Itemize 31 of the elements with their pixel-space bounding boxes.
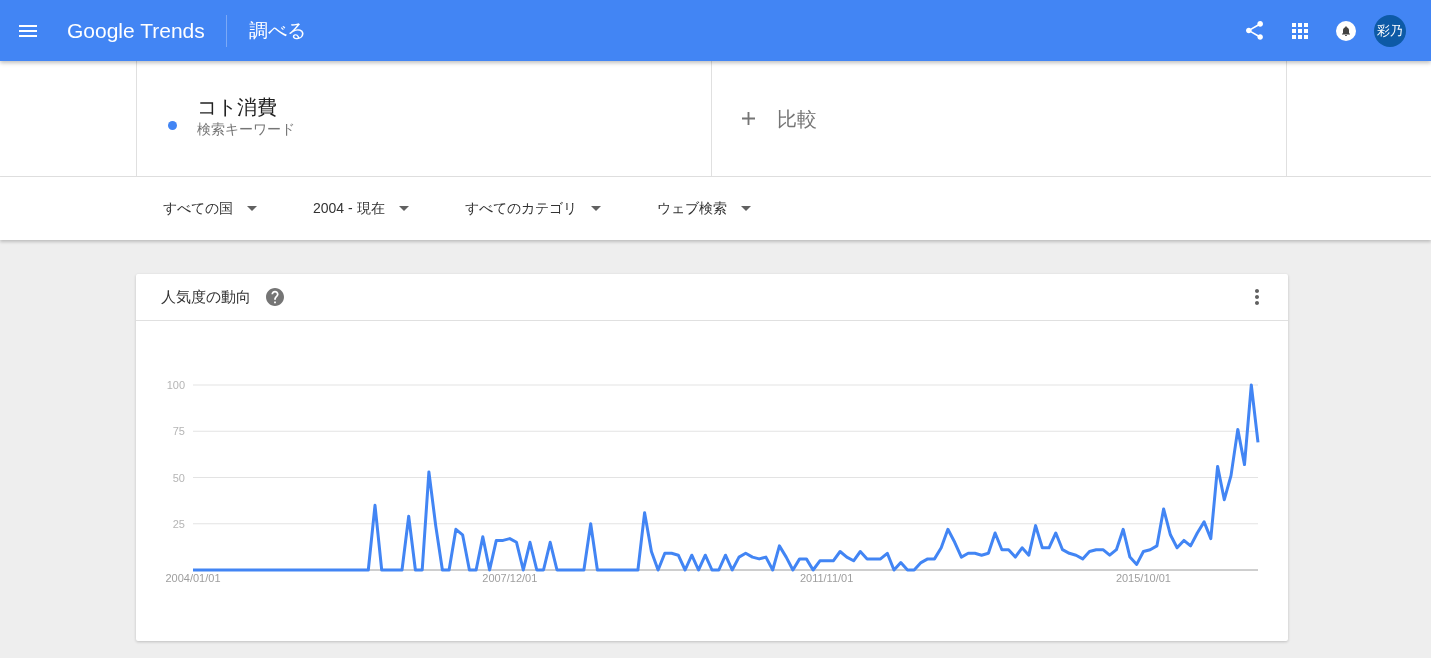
y-axis-label: 25 [172, 517, 185, 530]
plus-icon [742, 112, 755, 125]
filter-dropdown[interactable]: 2004 - 現在 [313, 192, 409, 225]
y-axis-label: 75 [172, 425, 185, 438]
filter-dropdown[interactable]: すべてのカテゴリ [464, 192, 601, 225]
search-term-type: 検索キーワード [197, 119, 295, 138]
compare-button[interactable]: 比較 [711, 61, 1287, 176]
x-axis-label: 2011/11/01 [799, 572, 854, 584]
grid-icon [1292, 22, 1308, 39]
caret-icon [398, 206, 409, 211]
card-title: 人気度の動向 [161, 286, 251, 307]
share-icon [1245, 21, 1263, 40]
x-axis-label: 2015/10/01 [1115, 572, 1171, 584]
more-vertical-icon [1255, 289, 1259, 305]
filter-dropdown[interactable]: ウェブ検索 [656, 192, 751, 225]
account-avatar[interactable]: 彩乃 [1374, 14, 1406, 47]
y-axis-label: 100 [166, 379, 185, 391]
caret-icon [247, 206, 257, 211]
page-title: 調べる [248, 21, 306, 40]
y-axis-label: 50 [172, 471, 185, 484]
filter-dropdown[interactable]: すべての国 [163, 192, 257, 225]
menu-icon [19, 24, 37, 37]
bell-icon [1336, 20, 1356, 41]
x-axis-label: 2004/01/01 [165, 572, 221, 584]
search-term: コト消費 [197, 94, 278, 120]
caret-icon [590, 206, 601, 211]
x-axis-label: 2007/12/01 [482, 572, 538, 584]
app-logo[interactable]: Google Trends [67, 20, 205, 41]
search-term-card[interactable]: コト消費 検索キーワード [136, 61, 711, 176]
caret-icon [740, 206, 751, 211]
help-icon[interactable] [266, 288, 284, 306]
